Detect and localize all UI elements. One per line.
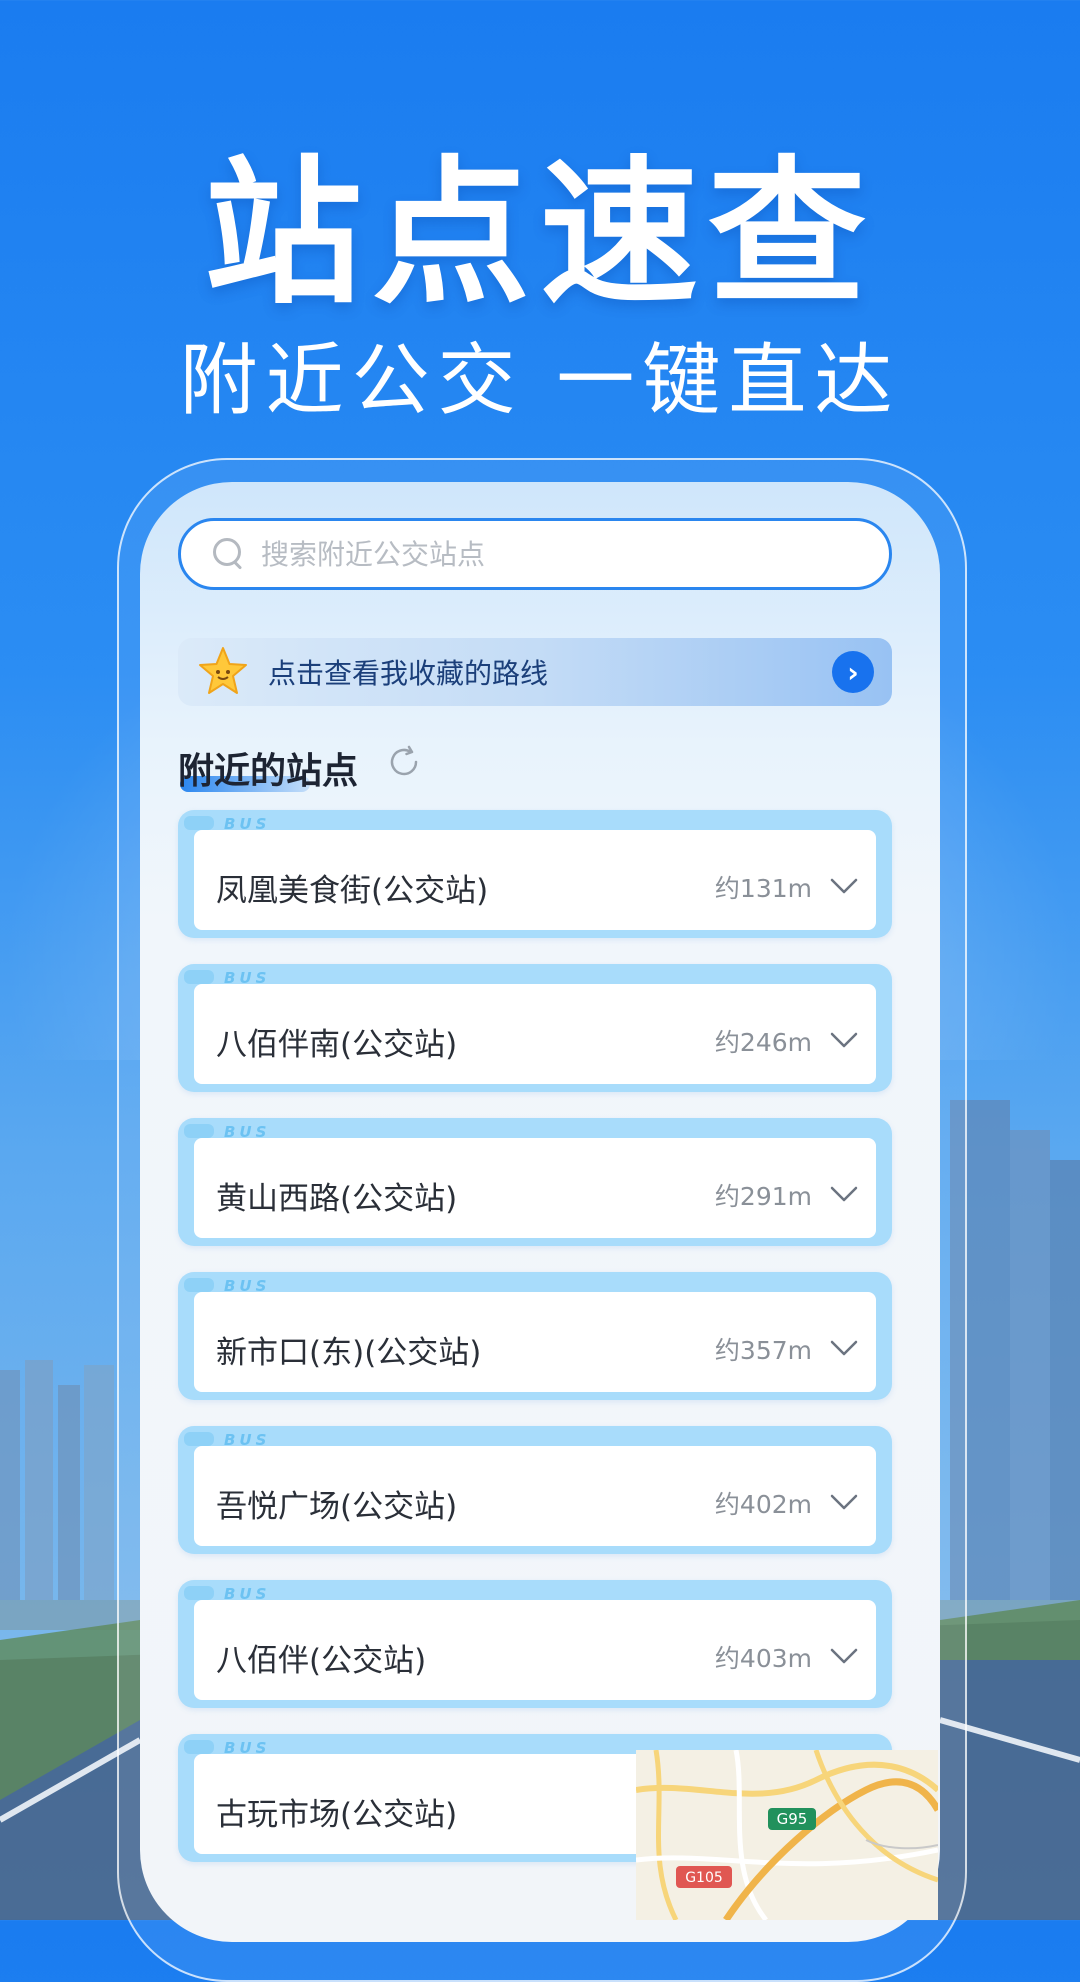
section-title: 附近的站点 (178, 751, 359, 792)
map-thumbnail[interactable]: G95 G105 (636, 1750, 938, 1920)
chevron-down-icon[interactable] (830, 1018, 858, 1050)
station-name: 八佰伴南(公交站) (216, 1026, 458, 1063)
star-icon (199, 647, 247, 694)
search-bar[interactable] (178, 518, 892, 590)
station-name: 凤凰美食街(公交站) (216, 872, 489, 909)
favorite-routes-banner[interactable]: 点击查看我收藏的路线 › (178, 638, 892, 706)
station-distance: 约131m (714, 874, 812, 903)
chevron-down-icon[interactable] (830, 1172, 858, 1204)
station-card[interactable]: BUS 八佰伴(公交站) 约403m (178, 1580, 892, 1708)
station-row[interactable]: 凤凰美食街(公交站) 约131m (194, 830, 876, 930)
hero-subtitle: 附近公交 一键直达 (179, 336, 901, 426)
station-card[interactable]: BUS 八佰伴南(公交站) 约246m (178, 964, 892, 1092)
station-card[interactable]: BUS 凤凰美食街(公交站) 约131m (178, 810, 892, 938)
station-name: 新市口(东)(公交站) (216, 1334, 482, 1371)
station-row[interactable]: 吾悦广场(公交站) 约402m (194, 1446, 876, 1546)
hero-title: 站点速查 (204, 142, 876, 326)
chevron-down-icon[interactable] (830, 1326, 858, 1358)
search-icon (213, 538, 245, 570)
station-list: BUS 凤凰美食街(公交站) 约131m BUS 八佰伴南(公交站) 约246m… (178, 810, 892, 1888)
phone-screen: 点击查看我收藏的路线 › 附近的站点 BUS 凤凰美食街(公交站) 约131m … (140, 482, 940, 1942)
favorite-routes-text: 点击查看我收藏的路线 (268, 657, 549, 690)
station-name: 吾悦广场(公交站) (216, 1488, 458, 1525)
road-label: G105 (685, 1870, 723, 1886)
station-card[interactable]: BUS 新市口(东)(公交站) 约357m (178, 1272, 892, 1400)
refresh-icon[interactable] (386, 744, 422, 780)
station-row[interactable]: 八佰伴南(公交站) 约246m (194, 984, 876, 1084)
road-label: G95 (777, 1810, 808, 1828)
station-distance: 约403m (714, 1644, 812, 1673)
nearby-section-header: 附近的站点 (178, 742, 418, 802)
chevron-down-icon[interactable] (830, 1634, 858, 1666)
station-row[interactable]: 新市口(东)(公交站) 约357m (194, 1292, 876, 1392)
station-name: 黄山西路(公交站) (216, 1180, 458, 1217)
station-card[interactable]: BUS 吾悦广场(公交站) 约402m (178, 1426, 892, 1554)
chevron-down-icon[interactable] (830, 864, 858, 896)
station-distance: 约291m (714, 1182, 812, 1211)
search-input[interactable] (259, 536, 863, 572)
station-name: 八佰伴(公交站) (216, 1642, 427, 1679)
station-distance: 约357m (714, 1336, 812, 1365)
station-card[interactable]: BUS 黄山西路(公交站) 约291m (178, 1118, 892, 1246)
chevron-down-icon[interactable] (830, 1480, 858, 1512)
station-distance: 约246m (714, 1028, 812, 1057)
map-graphic: G95 G105 (636, 1750, 938, 1920)
station-row[interactable]: 黄山西路(公交站) 约291m (194, 1138, 876, 1238)
arrow-right-icon[interactable]: › (832, 651, 874, 693)
station-distance: 约402m (714, 1490, 812, 1519)
station-row[interactable]: 八佰伴(公交站) 约403m (194, 1600, 876, 1700)
